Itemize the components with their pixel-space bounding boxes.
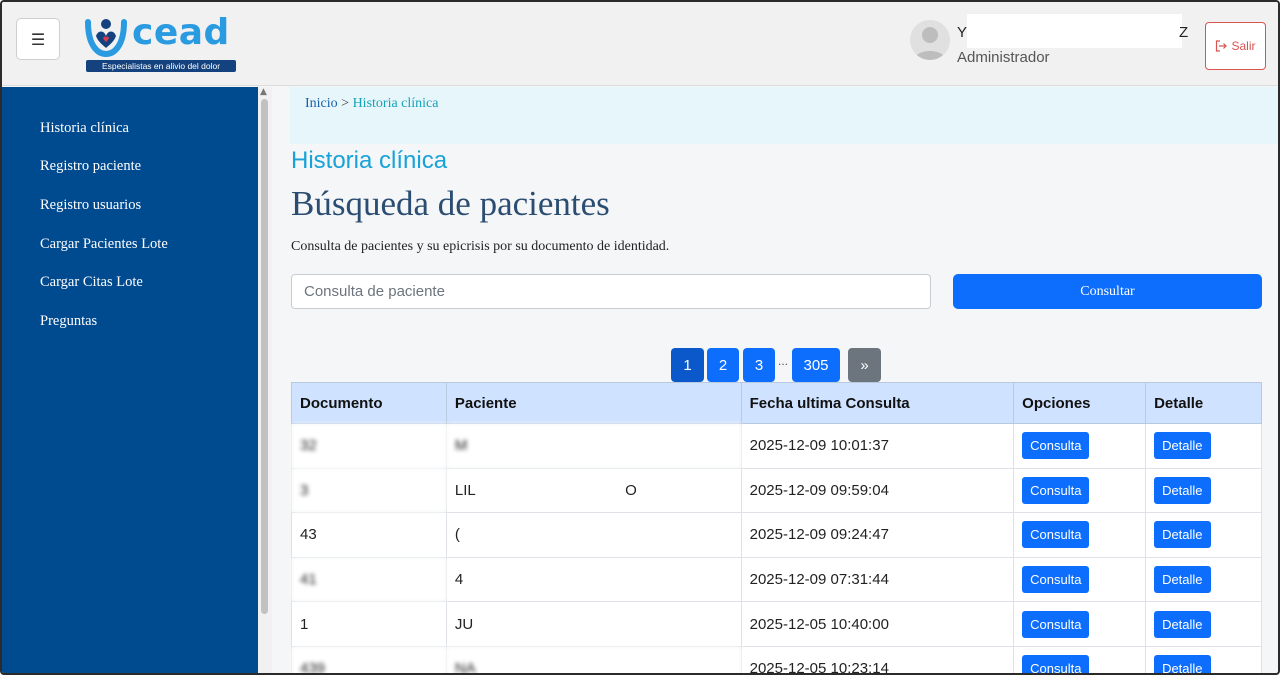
patients-table: Documento Paciente Fecha ultima Consulta… bbox=[291, 382, 1262, 673]
scroll-up-icon[interactable]: ▲ bbox=[260, 87, 267, 97]
user-name-end: Z bbox=[1179, 24, 1189, 41]
sidebar-item-registro-usuarios[interactable]: Registro usuarios bbox=[40, 197, 141, 214]
logout-icon bbox=[1216, 40, 1228, 52]
consulta-button[interactable]: Consulta bbox=[1022, 432, 1090, 460]
cell-opciones: Consulta bbox=[1013, 556, 1147, 603]
column-header-opciones: Opciones bbox=[1013, 382, 1147, 424]
cell-detalle: Detalle bbox=[1145, 512, 1262, 558]
logo-mark-icon bbox=[85, 19, 127, 58]
cell-paciente: LIL O bbox=[445, 467, 742, 514]
menu-toggle-button[interactable]: ☰ bbox=[16, 18, 60, 60]
cell-fecha: 2025-12-09 10:01:37 bbox=[740, 423, 1015, 469]
table-row: 32 M 2025-12-09 10:01:37 Consulta Detall… bbox=[291, 423, 1262, 469]
avatar[interactable] bbox=[910, 20, 950, 60]
logout-label: Salir bbox=[1231, 39, 1256, 53]
detalle-button[interactable]: Detalle bbox=[1154, 610, 1211, 638]
cell-documento: 41 bbox=[291, 556, 447, 603]
cell-detalle: Detalle bbox=[1145, 423, 1262, 469]
cell-paciente: M bbox=[445, 423, 742, 469]
cell-detalle: Detalle bbox=[1145, 467, 1262, 514]
table-row: 3 LIL O 2025-12-09 09:59:04 Consulta Det… bbox=[291, 467, 1262, 514]
page-title: Búsqueda de pacientes bbox=[291, 184, 610, 223]
logout-button[interactable]: Salir bbox=[1205, 22, 1266, 70]
sidebar-item-historia-clinica[interactable]: Historia clínica bbox=[40, 120, 129, 137]
user-role: Administrador bbox=[957, 49, 1050, 66]
cell-paciente: JU bbox=[445, 601, 742, 647]
detalle-button[interactable]: Detalle bbox=[1154, 521, 1211, 549]
search-button[interactable]: Consultar bbox=[953, 274, 1262, 309]
cell-detalle: Detalle bbox=[1145, 601, 1262, 647]
detalle-button[interactable]: Detalle bbox=[1154, 655, 1211, 673]
breadcrumb-home-link[interactable]: Inicio bbox=[305, 96, 338, 111]
page-description: Consulta de pacientes y su epicrisis por… bbox=[291, 239, 670, 254]
cell-paciente: NA bbox=[445, 645, 742, 673]
column-header-detalle: Detalle bbox=[1145, 382, 1262, 424]
logo[interactable]: cead Especialistas en alivio del dolor bbox=[84, 12, 236, 74]
hamburger-icon: ☰ bbox=[30, 29, 46, 49]
top-bar: ☰ cead Especialistas en alivio del dolor… bbox=[2, 2, 1278, 86]
sidebar-scrollbar[interactable]: ▲ bbox=[258, 87, 272, 673]
consulta-button[interactable]: Consulta bbox=[1022, 655, 1090, 673]
sidebar-item-cargar-pacientes-lote[interactable]: Cargar Pacientes Lote bbox=[40, 236, 168, 253]
app-window: ☰ cead Especialistas en alivio del dolor… bbox=[0, 0, 1280, 675]
cell-fecha: 2025-12-09 09:24:47 bbox=[740, 512, 1015, 558]
patient-search-input[interactable] bbox=[291, 274, 931, 309]
pagination-ellipsis: ... bbox=[778, 354, 789, 368]
page-last-button[interactable]: 305 bbox=[792, 348, 840, 382]
cell-documento: 1 bbox=[291, 601, 447, 647]
page-1-button[interactable]: 1 bbox=[671, 348, 704, 382]
cell-opciones: Consulta bbox=[1013, 645, 1147, 673]
table-row: 41 4 2025-12-09 07:31:44 Consulta Detall… bbox=[291, 556, 1262, 603]
sidebar-item-registro-paciente[interactable]: Registro paciente bbox=[40, 158, 141, 175]
sidebar: Historia clínica Registro paciente Regis… bbox=[2, 87, 258, 673]
page-2-button[interactable]: 2 bbox=[707, 348, 739, 382]
next-page-button[interactable]: » bbox=[848, 348, 881, 382]
page-3-button[interactable]: 3 bbox=[743, 348, 775, 382]
logo-tagline: Especialistas en alivio del dolor bbox=[86, 60, 236, 72]
breadcrumb-current: Historia clínica bbox=[352, 96, 439, 111]
cell-documento: 3 bbox=[291, 467, 447, 514]
cell-fecha: 2025-12-05 10:23:14 bbox=[740, 645, 1015, 673]
cell-detalle: Detalle bbox=[1145, 645, 1262, 673]
cell-fecha: 2025-12-09 09:59:04 bbox=[740, 467, 1015, 514]
sidebar-item-preguntas[interactable]: Preguntas bbox=[40, 313, 97, 330]
table-row: 439 NA 2025-12-05 10:23:14 Consulta Deta… bbox=[291, 645, 1262, 673]
detalle-button[interactable]: Detalle bbox=[1154, 566, 1211, 594]
detalle-button[interactable]: Detalle bbox=[1154, 432, 1211, 460]
cell-opciones: Consulta bbox=[1013, 512, 1147, 558]
sidebar-item-cargar-citas-lote[interactable]: Cargar Citas Lote bbox=[40, 274, 143, 291]
logo-text: cead bbox=[132, 12, 230, 53]
breadcrumb: Inicio > Historia clínica bbox=[290, 87, 1278, 144]
cell-detalle: Detalle bbox=[1145, 556, 1262, 603]
cell-documento: 32 bbox=[291, 423, 447, 469]
scroll-thumb[interactable] bbox=[261, 99, 268, 614]
table-header-row: Documento Paciente Fecha ultima Consulta… bbox=[291, 382, 1262, 424]
consulta-button[interactable]: Consulta bbox=[1022, 521, 1090, 549]
table-row: 1 JU 2025-12-05 10:40:00 Consulta Detall… bbox=[291, 601, 1262, 647]
consulta-button[interactable]: Consulta bbox=[1022, 610, 1090, 638]
detalle-button[interactable]: Detalle bbox=[1154, 476, 1211, 504]
cell-fecha: 2025-12-05 10:40:00 bbox=[740, 601, 1015, 647]
cell-opciones: Consulta bbox=[1013, 423, 1147, 469]
redacted-user-name bbox=[967, 14, 1182, 48]
section-title: Historia clínica bbox=[291, 147, 448, 174]
cell-opciones: Consulta bbox=[1013, 601, 1147, 647]
cell-fecha: 2025-12-09 07:31:44 bbox=[740, 556, 1015, 603]
user-avatar-icon bbox=[910, 20, 950, 60]
cell-opciones: Consulta bbox=[1013, 467, 1147, 514]
cell-paciente: ( bbox=[445, 512, 742, 558]
breadcrumb-separator: > bbox=[341, 96, 350, 111]
table-row: 43 ( 2025-12-09 09:24:47 Consulta Detall… bbox=[291, 512, 1262, 558]
column-header-paciente: Paciente bbox=[445, 382, 742, 424]
cell-paciente: 4 bbox=[445, 556, 742, 603]
cell-documento: 439 bbox=[291, 645, 447, 673]
cell-documento: 43 bbox=[291, 512, 447, 558]
consulta-button[interactable]: Consulta bbox=[1022, 476, 1090, 504]
column-header-documento: Documento bbox=[291, 382, 447, 424]
consulta-button[interactable]: Consulta bbox=[1022, 566, 1090, 594]
column-header-fecha: Fecha ultima Consulta bbox=[740, 382, 1015, 424]
